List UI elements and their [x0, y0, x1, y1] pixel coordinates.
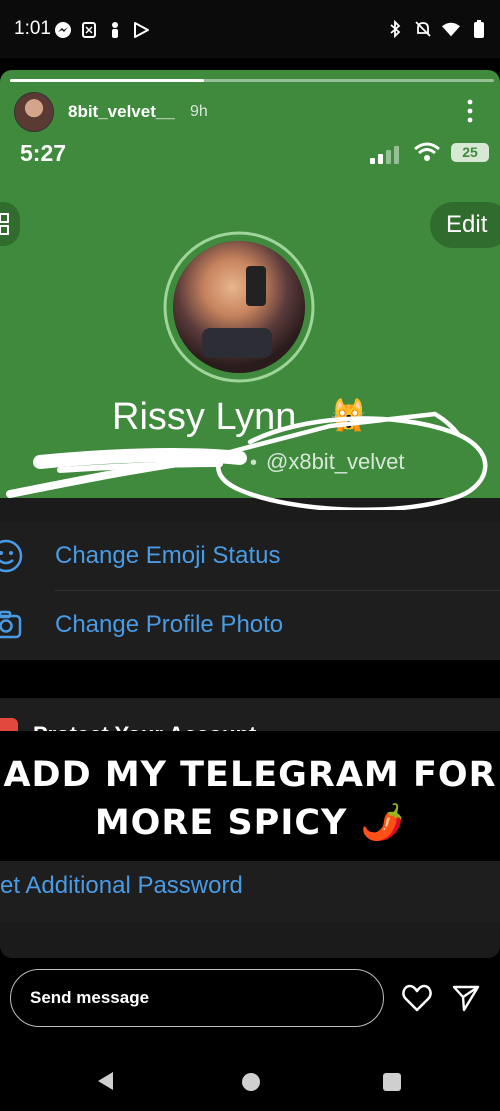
- send-message-input[interactable]: [10, 969, 384, 1027]
- wifi-icon: [442, 20, 460, 38]
- change-emoji-status-row[interactable]: Change Emoji Status: [0, 522, 500, 591]
- more-options-icon[interactable]: [462, 98, 478, 124]
- change-emoji-status-label: Change Emoji Status: [55, 542, 281, 569]
- notification-icons: [54, 21, 150, 39]
- edit-profile-button[interactable]: Edit: [430, 202, 500, 248]
- screenshot-status-time: 5:27: [20, 140, 67, 166]
- story-author-avatar[interactable]: [14, 92, 54, 132]
- emoji-status-icon: 🙀: [330, 399, 368, 432]
- caption-line-1: ADD MY TELEGRAM FOR: [3, 755, 497, 795]
- story-timestamp: 9h: [190, 103, 208, 120]
- system-icons: [386, 20, 488, 38]
- qr-code-button[interactable]: [0, 202, 20, 246]
- home-button[interactable]: [242, 1073, 260, 1091]
- battery-icon: [470, 20, 488, 38]
- mute-icon: [414, 20, 432, 38]
- back-icon[interactable]: [96, 1071, 114, 1096]
- signal-icon: [370, 146, 402, 169]
- recent-apps-button[interactable]: [383, 1073, 401, 1091]
- story-author-username[interactable]: 8bit_velvet__: [68, 102, 175, 122]
- story-caption-banner: ADD MY TELEGRAM FOR MORE SPICY 🌶️: [0, 731, 500, 861]
- profile-actions: Change Emoji Status Change Profile Photo: [0, 522, 500, 660]
- status-bar: 1:01: [0, 0, 500, 58]
- heart-icon[interactable]: [402, 984, 432, 1017]
- screenshot-wifi-icon: [414, 142, 440, 167]
- camera-icon: [0, 607, 24, 643]
- notification-box-icon: [80, 21, 98, 39]
- profile-photo[interactable]: [162, 230, 316, 384]
- story-caption: ADD MY TELEGRAM FOR MORE SPICY 🌶️: [0, 751, 500, 847]
- send-icon[interactable]: [452, 984, 480, 1017]
- bluetooth-icon: [386, 20, 404, 38]
- play-store-icon: [132, 21, 150, 39]
- change-profile-photo-row[interactable]: Change Profile Photo: [0, 591, 500, 659]
- messenger-icon: [54, 21, 72, 39]
- profile-username: @x8bit_velvet: [266, 449, 405, 474]
- additional-password-link[interactable]: et Additional Password: [0, 872, 243, 900]
- story-progress-fill: [10, 79, 204, 82]
- smiley-icon: [0, 538, 24, 574]
- profile-display-name: Rissy Lynn: [112, 396, 297, 438]
- handle-separator: •: [250, 452, 258, 474]
- change-profile-photo-label: Change Profile Photo: [55, 611, 284, 638]
- caption-line-2: MORE SPICY 🌶️: [94, 803, 406, 843]
- story-progress-bar: [10, 79, 494, 82]
- status-time: 1:01: [14, 18, 51, 39]
- screenshot-battery-badge: 25: [451, 143, 489, 162]
- section-gap: [0, 660, 500, 698]
- person-icon: [106, 21, 124, 39]
